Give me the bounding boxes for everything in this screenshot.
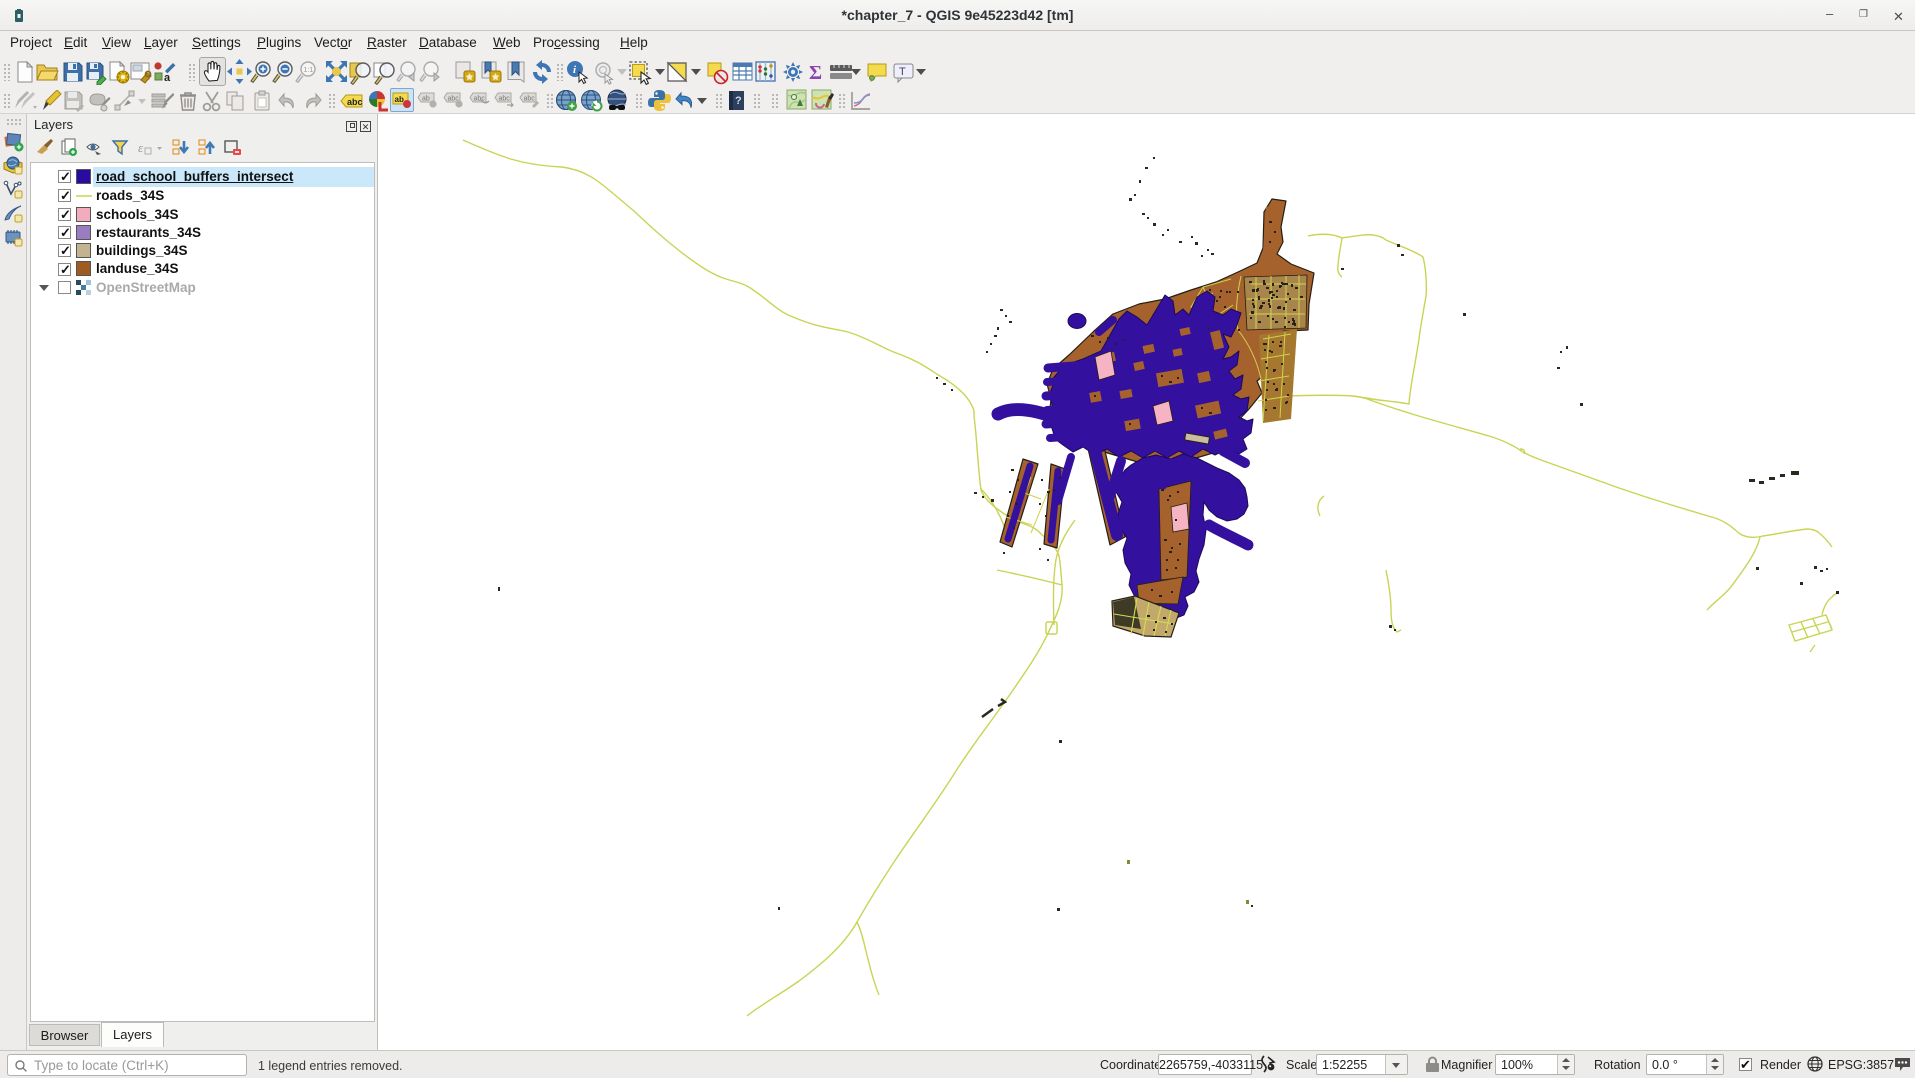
svg-text:Σ: Σ xyxy=(809,62,822,83)
svg-text:ε: ε xyxy=(138,140,144,155)
svg-text:ab: ab xyxy=(395,95,404,104)
svg-text:T: T xyxy=(899,66,906,78)
svg-text:a: a xyxy=(164,72,171,84)
svg-text:ab: ab xyxy=(422,96,430,103)
svg-text:abc: abc xyxy=(347,97,363,107)
svg-text:abc: abc xyxy=(499,96,511,103)
svg-text:abc: abc xyxy=(524,96,536,103)
svg-text:?: ? xyxy=(735,95,742,107)
svg-text:1:1: 1:1 xyxy=(304,67,314,74)
